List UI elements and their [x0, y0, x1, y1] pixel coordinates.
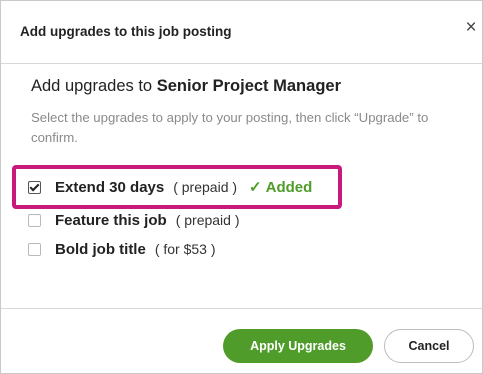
modal-footer: Apply Upgrades Cancel [1, 308, 482, 374]
option-price: ( prepaid ) [175, 212, 240, 228]
option-feature-this-job[interactable]: Feature this job ( prepaid ) [28, 210, 240, 230]
option-label: Bold job title [55, 240, 146, 258]
instructions-text: Select the upgrades to apply to your pos… [31, 110, 429, 145]
modal-title: Add upgrades to this job posting [20, 24, 232, 39]
highlight-box [12, 165, 342, 209]
option-bold-job-title[interactable]: Bold job title ( for $53 ) [28, 239, 216, 259]
modal-header: Add upgrades to this job posting × [1, 1, 482, 64]
close-button[interactable]: × [462, 16, 480, 40]
option-label: Feature this job [55, 211, 167, 229]
upgrade-subtitle: Add upgrades to Senior Project Manager [31, 77, 341, 96]
job-title: Senior Project Manager [156, 77, 341, 95]
upgrade-modal: Add upgrades to this job posting × Add u… [0, 0, 483, 374]
cancel-button[interactable]: Cancel [384, 329, 474, 363]
subtitle-prefix: Add upgrades to [31, 77, 157, 95]
option-price: ( for $53 ) [154, 241, 216, 257]
bold-title-checkbox[interactable] [28, 242, 41, 256]
feature-checkbox[interactable] [28, 213, 41, 227]
apply-upgrades-button[interactable]: Apply Upgrades [223, 329, 373, 363]
